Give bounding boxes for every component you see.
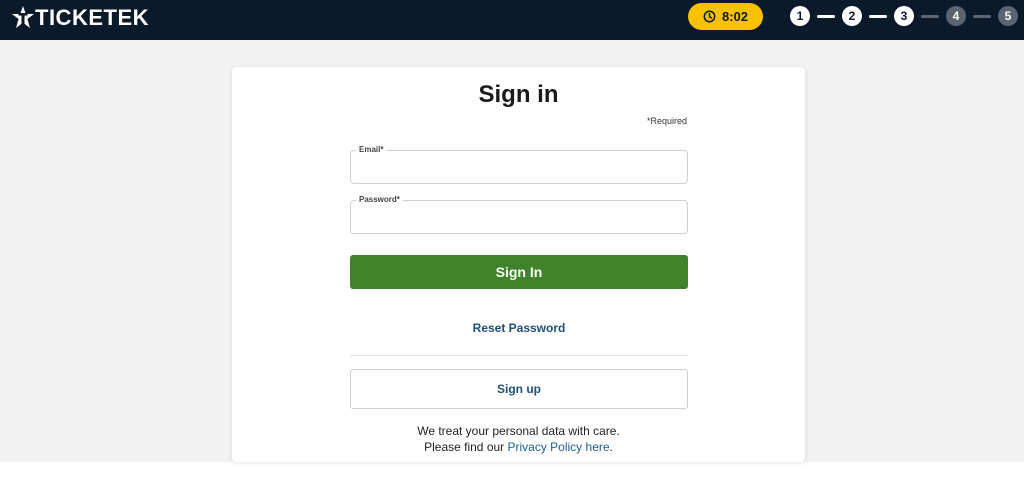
step-connector [921,14,939,18]
step-1: 1 [790,6,810,26]
step-4: 4 [946,6,966,26]
logo-star-icon [12,6,34,28]
step-connector [973,14,991,18]
sign-in-card: Sign in *Required Email* Password* Sign … [232,67,805,462]
session-timer: 8:02 [688,3,763,30]
ticketek-logo[interactable]: TICKETEK [12,3,149,33]
page-title: Sign in [478,81,559,108]
password-field[interactable]: Password* [350,195,688,234]
step-5: 5 [998,6,1018,26]
logo-text: TICKETEK [35,5,149,30]
step-connector [869,14,887,18]
email-input[interactable] [351,151,687,183]
password-input[interactable] [351,201,687,233]
divider [350,355,688,356]
email-field[interactable]: Email* [350,145,688,184]
top-bar: TICKETEK 8:02 1 2 3 4 5 [0,0,1024,40]
required-note: *Required [646,116,687,126]
privacy-prefix: Please find our [424,440,508,454]
privacy-notice: We treat your personal data with care. P… [232,423,805,455]
privacy-policy-link[interactable]: Privacy Policy here [508,440,610,454]
timer-value: 8:02 [721,9,749,24]
step-2: 2 [842,6,862,26]
step-3: 3 [894,6,914,26]
privacy-line-1: We treat your personal data with care. [417,424,620,438]
clock-icon [703,10,716,23]
sign-in-button[interactable]: Sign In [350,255,688,289]
progress-steps: 1 2 3 4 5 [790,6,1018,26]
step-connector [817,14,835,18]
reset-password-link[interactable]: Reset Password [350,321,688,335]
sign-up-button[interactable]: Sign up [350,369,688,409]
privacy-line-2: Please find our Privacy Policy here. [232,439,805,455]
privacy-suffix: . [609,440,613,454]
